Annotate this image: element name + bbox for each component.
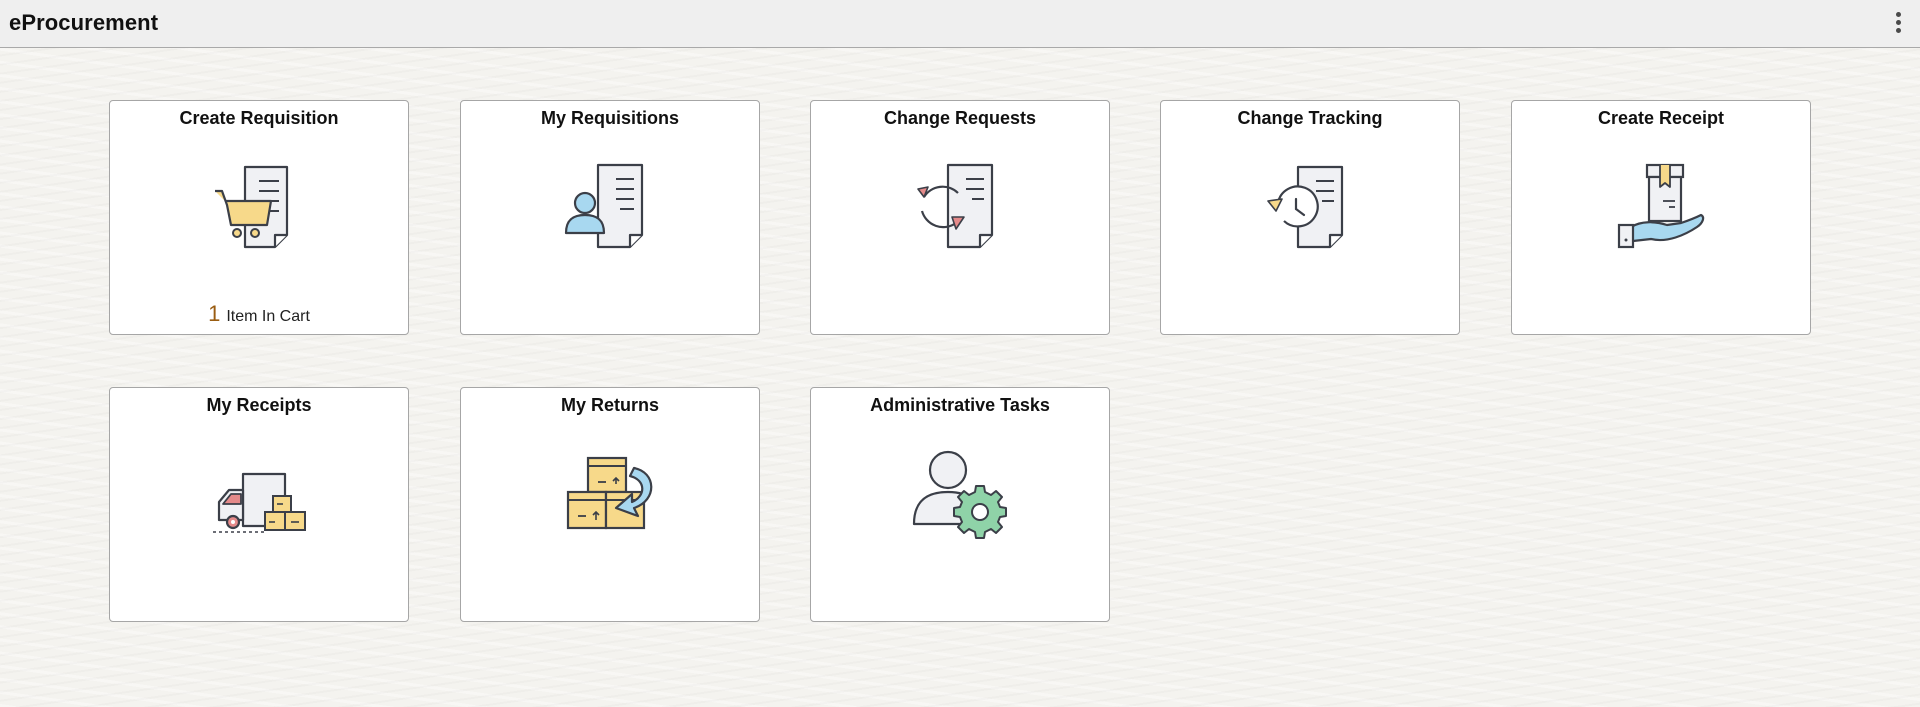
cart-document-icon bbox=[209, 157, 309, 257]
delivery-truck-icon bbox=[209, 444, 309, 544]
tile-title: Create Requisition bbox=[179, 108, 339, 128]
page-title: eProcurement bbox=[9, 10, 159, 35]
tile-my-requisitions[interactable]: My Requisitions bbox=[460, 100, 760, 335]
tile-change-requests[interactable]: Change Requests bbox=[810, 100, 1110, 335]
return-boxes-icon bbox=[560, 444, 660, 544]
tile-title: My Returns bbox=[560, 395, 659, 415]
tile-title: My Receipts bbox=[206, 395, 312, 415]
tile-my-returns[interactable]: My Returns bbox=[460, 387, 760, 622]
cart-count-label: Item In Cart bbox=[226, 308, 310, 325]
person-document-icon bbox=[560, 157, 660, 257]
refresh-document-icon bbox=[910, 157, 1010, 257]
person-gear-icon bbox=[910, 444, 1010, 544]
tile-my-receipts[interactable]: My Receipts bbox=[109, 387, 409, 622]
app-banner: eProcurement bbox=[0, 0, 1920, 48]
tile-title: My Requisitions bbox=[540, 108, 679, 128]
tile-title: Administrative Tasks bbox=[870, 395, 1050, 415]
tile-change-tracking[interactable]: Change Tracking bbox=[1160, 100, 1460, 335]
tile-create-requisition[interactable]: Create Requisition 1 Item In Cart bbox=[109, 100, 409, 335]
tile-title: Create Receipt bbox=[1597, 108, 1725, 128]
cart-count: 1 Item In Cart bbox=[110, 301, 408, 327]
more-vertical-icon[interactable] bbox=[1890, 11, 1906, 35]
tile-title: Change Tracking bbox=[1237, 108, 1383, 128]
tile-title: Change Requests bbox=[883, 108, 1037, 128]
tile-create-receipt[interactable]: Create Receipt bbox=[1511, 100, 1811, 335]
hand-package-icon bbox=[1611, 157, 1711, 257]
tile-administrative-tasks[interactable]: Administrative Tasks bbox=[810, 387, 1110, 622]
cart-count-number: 1 bbox=[208, 301, 221, 326]
history-document-icon bbox=[1260, 157, 1360, 257]
